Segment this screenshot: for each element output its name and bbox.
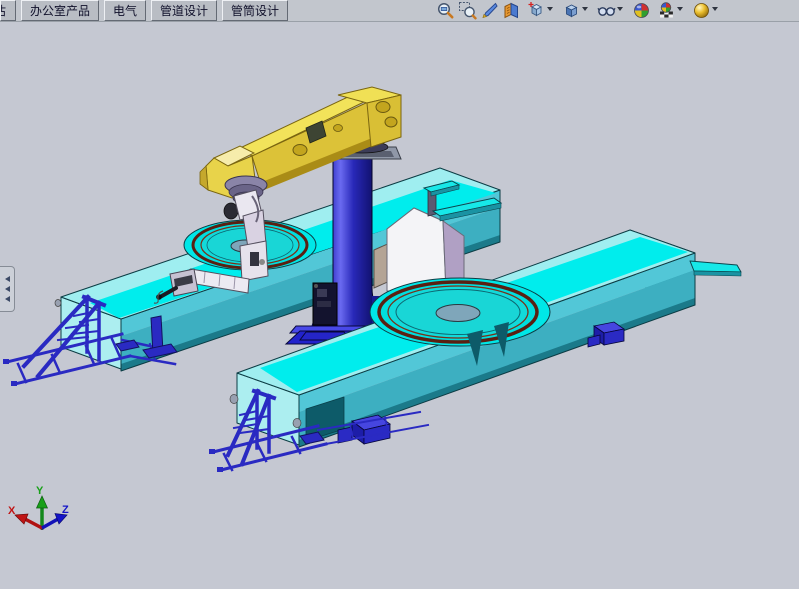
panel-collapse-arrow-icon — [5, 296, 10, 302]
dropdown-caret-icon[interactable] — [582, 7, 588, 11]
triad-z-label: Z — [62, 504, 69, 516]
trunnion-pin — [230, 395, 238, 404]
heads-up-view-toolbar — [436, 1, 721, 20]
tab-evaluate-partial[interactable]: 估 — [0, 0, 16, 21]
tab-electrical[interactable]: 电气 — [104, 0, 146, 21]
trunnion-pin — [293, 419, 301, 428]
zoom-to-area-icon[interactable] — [458, 1, 477, 20]
model-canvas[interactable]: Y X Z — [0, 0, 799, 589]
tab-tubing-design[interactable]: 管筒设计 — [222, 0, 288, 21]
display-style-icon[interactable] — [562, 1, 581, 20]
previous-view-icon[interactable] — [480, 1, 499, 20]
tab-piping-design[interactable]: 管道设计 — [151, 0, 217, 21]
triad-x-label: X — [8, 505, 16, 517]
trunnion-pin — [55, 300, 61, 307]
coordinate-triad: Y X Z — [8, 485, 69, 530]
view-orientation-icon[interactable] — [527, 1, 546, 20]
front-turntable-ring — [379, 282, 537, 342]
command-tabs: 估 办公室产品 电气 管道设计 管筒设计 — [0, 0, 293, 21]
panel-collapse-arrow-icon — [5, 286, 10, 292]
triad-y-label: Y — [36, 485, 44, 497]
view-settings-icon[interactable] — [692, 1, 711, 20]
zoom-to-fit-icon[interactable] — [436, 1, 455, 20]
dropdown-caret-icon[interactable] — [712, 7, 718, 11]
feature-panel-toggle[interactable] — [0, 266, 15, 312]
section-view-icon[interactable] — [502, 1, 521, 20]
panel-collapse-arrow-icon — [5, 276, 10, 282]
edit-appearance-icon[interactable] — [632, 1, 651, 20]
dropdown-caret-icon[interactable] — [547, 7, 553, 11]
apply-scene-icon[interactable] — [657, 1, 676, 20]
dropdown-caret-icon[interactable] — [617, 7, 623, 11]
hide-show-items-icon[interactable] — [597, 1, 616, 20]
dropdown-caret-icon[interactable] — [677, 7, 683, 11]
tab-office-products[interactable]: 办公室产品 — [21, 0, 99, 21]
